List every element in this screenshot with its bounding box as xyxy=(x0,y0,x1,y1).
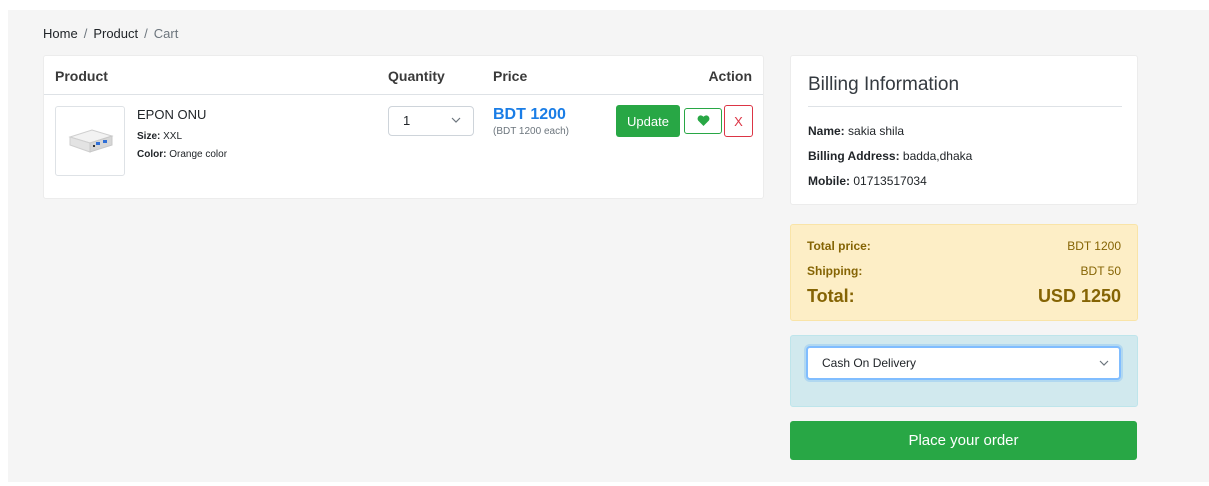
product-size: Size: XXL xyxy=(137,131,182,142)
order-totals: Total price: BDT 1200 Shipping: BDT 50 T… xyxy=(790,224,1138,321)
shipping-value: BDT 50 xyxy=(1080,264,1121,278)
item-price: BDT 1200 xyxy=(493,106,566,123)
size-value: XXL xyxy=(163,131,183,142)
billing-address: Billing Address: badda,dhaka xyxy=(808,149,972,163)
product-name[interactable]: EPON ONU xyxy=(137,107,206,122)
breadcrumb-current: Cart xyxy=(153,26,179,41)
quantity-value: 1 xyxy=(403,113,411,128)
mobile-label: Mobile: xyxy=(808,174,850,188)
chevron-down-icon xyxy=(1099,360,1109,366)
product-thumbnail[interactable] xyxy=(55,106,125,176)
quantity-select[interactable]: 1 xyxy=(388,106,474,136)
billing-title: Billing Information xyxy=(808,74,960,95)
grand-total-row: Total: USD 1250 xyxy=(807,286,1121,307)
billing-mobile: Mobile: 01713517034 xyxy=(808,174,927,188)
remove-item-button[interactable]: X xyxy=(724,105,753,137)
shipping-label: Shipping: xyxy=(807,264,863,278)
divider xyxy=(808,106,1122,107)
total-price-row: Total price: BDT 1200 xyxy=(807,239,1121,253)
heart-icon xyxy=(697,115,710,126)
column-header-product: Product xyxy=(55,68,108,84)
chevron-down-icon xyxy=(451,117,461,123)
payment-method-value: Cash On Delivery xyxy=(822,356,917,370)
grand-total-value: USD 1250 xyxy=(1037,286,1121,306)
name-label: Name: xyxy=(808,124,845,138)
column-header-price: Price xyxy=(493,68,528,84)
total-price-label: Total price: xyxy=(807,239,871,253)
address-value: badda,dhaka xyxy=(902,149,973,163)
name-value: sakia shila xyxy=(848,124,905,138)
color-label: Color: xyxy=(137,149,167,160)
column-header-action: Action xyxy=(708,68,752,84)
size-label: Size: xyxy=(137,131,161,142)
column-header-quantity: Quantity xyxy=(388,68,445,84)
address-label: Billing Address: xyxy=(808,149,900,163)
item-unit-price: (BDT 1200 each) xyxy=(493,126,569,137)
breadcrumb-home[interactable]: Home xyxy=(43,26,78,41)
mobile-value: 01713517034 xyxy=(853,174,927,188)
cart-table-header: Product Quantity Price Action xyxy=(44,56,763,95)
place-order-button[interactable]: Place your order xyxy=(790,421,1137,460)
shipping-row: Shipping: BDT 50 xyxy=(807,264,1121,278)
total-price-value: BDT 1200 xyxy=(1067,239,1121,253)
page-background: Home / Product / Cart Product Quantity Price… xyxy=(8,10,1209,482)
breadcrumb-separator: / xyxy=(144,26,148,41)
wishlist-button[interactable] xyxy=(684,108,722,134)
cart-table: Product Quantity Price Action EPON ONU S… xyxy=(43,55,764,199)
breadcrumb-product[interactable]: Product xyxy=(93,26,138,41)
breadcrumb: Home / Product / Cart xyxy=(43,26,178,41)
breadcrumb-separator: / xyxy=(83,26,88,41)
billing-information-card: Billing Information Name: sakia shila Bi… xyxy=(790,55,1138,205)
billing-name: Name: sakia shila xyxy=(808,124,904,138)
update-button[interactable]: Update xyxy=(616,105,680,137)
payment-method-box: Cash On Delivery xyxy=(790,335,1138,407)
product-color: Color: Orange color xyxy=(137,149,227,160)
router-image xyxy=(68,129,114,153)
payment-method-select[interactable]: Cash On Delivery xyxy=(806,346,1121,380)
color-value: Orange color xyxy=(169,149,228,160)
grand-total-label: Total: xyxy=(807,286,855,306)
